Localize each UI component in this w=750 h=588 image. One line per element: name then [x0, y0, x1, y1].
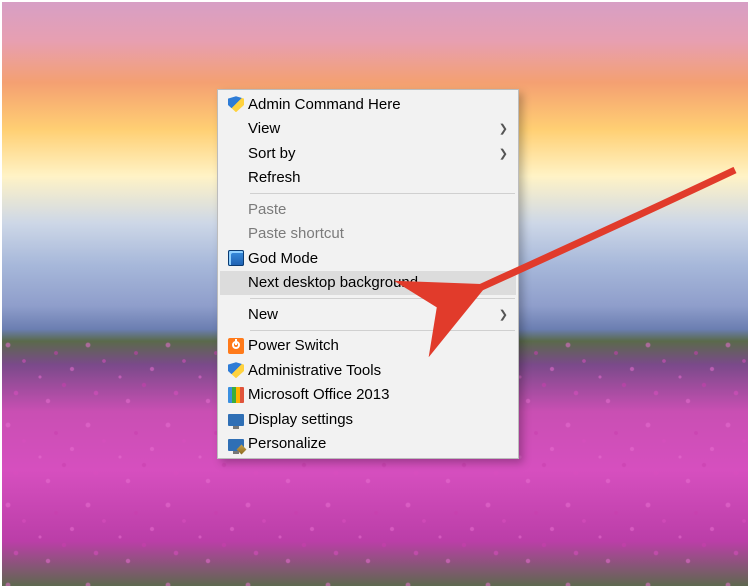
- menu-item-personalize[interactable]: Personalize: [220, 432, 516, 457]
- submenu-arrow-icon: ❯: [490, 147, 512, 160]
- office-icon: [224, 387, 248, 403]
- submenu-arrow-icon: ❯: [490, 122, 512, 135]
- menu-item-power-switch[interactable]: Power Switch: [220, 334, 516, 359]
- menu-item-view[interactable]: View❯: [220, 117, 516, 142]
- menu-item-label: Next desktop background: [248, 274, 490, 291]
- menu-item-label: Paste: [248, 201, 490, 218]
- admintools-icon: [224, 362, 248, 378]
- power-icon: [224, 338, 248, 354]
- menu-item-label: Paste shortcut: [248, 225, 490, 242]
- menu-item-sort-by[interactable]: Sort by❯: [220, 141, 516, 166]
- menu-item-label: Sort by: [248, 145, 490, 162]
- menu-item-label: Refresh: [248, 169, 490, 186]
- menu-item-admin-command-here[interactable]: Admin Command Here: [220, 92, 516, 117]
- menu-item-microsoft-office-2013[interactable]: Microsoft Office 2013: [220, 383, 516, 408]
- godmode-icon: [224, 250, 248, 266]
- menu-item-refresh[interactable]: Refresh: [220, 166, 516, 191]
- menu-item-display-settings[interactable]: Display settings: [220, 407, 516, 432]
- menu-item-label: Administrative Tools: [248, 362, 490, 379]
- desktop-context-menu[interactable]: Admin Command HereView❯Sort by❯RefreshPa…: [217, 89, 519, 459]
- menu-item-label: New: [248, 306, 490, 323]
- menu-item-administrative-tools[interactable]: Administrative Tools: [220, 358, 516, 383]
- menu-item-label: Personalize: [248, 435, 490, 452]
- menu-item-label: View: [248, 120, 490, 137]
- menu-item-new[interactable]: New❯: [220, 302, 516, 327]
- display-icon: [224, 412, 248, 426]
- menu-item-label: Admin Command Here: [248, 96, 490, 113]
- menu-separator: [250, 298, 515, 299]
- menu-item-label: Display settings: [248, 411, 490, 428]
- menu-separator: [250, 193, 515, 194]
- menu-item-paste: Paste: [220, 197, 516, 222]
- menu-item-label: God Mode: [248, 250, 490, 267]
- menu-item-label: Power Switch: [248, 337, 490, 354]
- shield-icon: [224, 96, 248, 112]
- menu-item-label: Microsoft Office 2013: [248, 386, 490, 403]
- menu-separator: [250, 330, 515, 331]
- personalize-icon: [224, 437, 248, 451]
- submenu-arrow-icon: ❯: [490, 308, 512, 321]
- menu-item-god-mode[interactable]: God Mode: [220, 246, 516, 271]
- menu-item-paste-shortcut: Paste shortcut: [220, 222, 516, 247]
- menu-item-next-desktop-background[interactable]: Next desktop background: [220, 271, 516, 296]
